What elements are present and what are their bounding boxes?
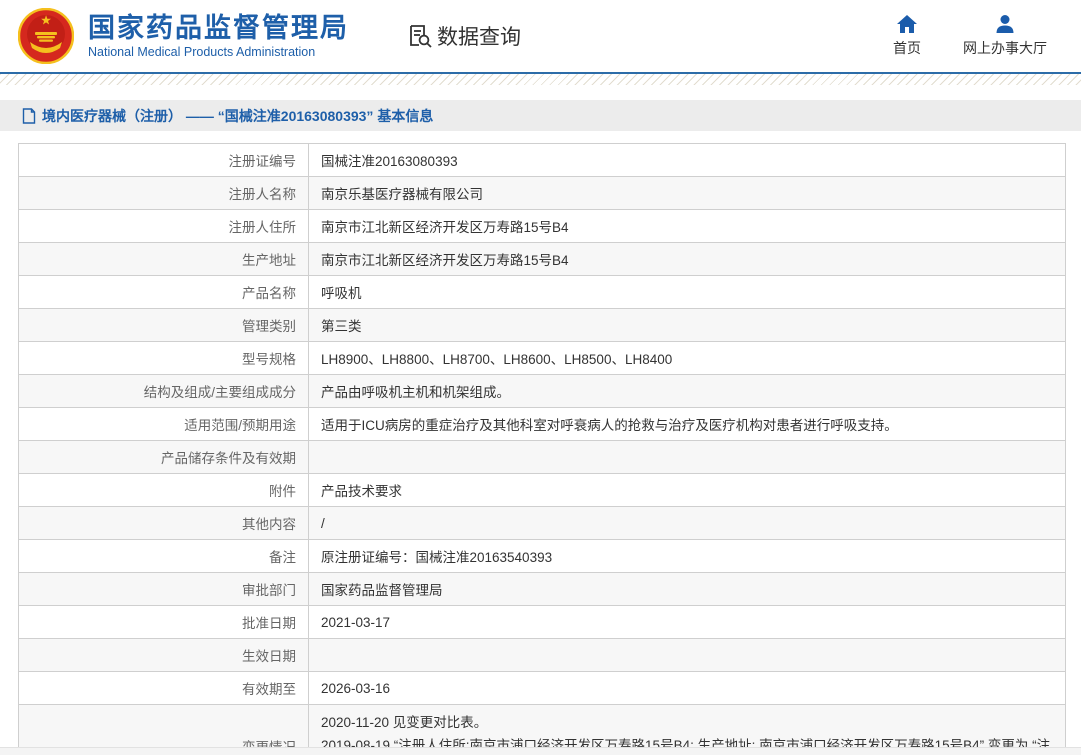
row-label: 管理类别 bbox=[19, 309, 309, 342]
info-table-body: 注册证编号国械注准20163080393注册人名称南京乐基医疗器械有限公司注册人… bbox=[19, 144, 1066, 755]
table-row: 注册人名称南京乐基医疗器械有限公司 bbox=[19, 177, 1066, 210]
row-label-text: 备注 bbox=[269, 550, 296, 565]
home-icon bbox=[896, 14, 918, 34]
table-row: 备注原注册证编号：国械注准20163540393 bbox=[19, 540, 1066, 573]
row-value: 南京市江北新区经济开发区万寿路15号B4 bbox=[309, 210, 1066, 243]
nav-service-hall[interactable]: 网上办事大厅 bbox=[963, 14, 1047, 58]
brand-block: 国家药品监督管理局 National Medical Products Admi… bbox=[88, 13, 349, 59]
row-value: 2021-03-17 bbox=[309, 606, 1066, 639]
row-label: 产品储存条件及有效期 bbox=[19, 441, 309, 474]
header-nav: 首页 网上办事大厅 bbox=[893, 14, 1047, 58]
nav-service-hall-label: 网上办事大厅 bbox=[963, 38, 1047, 58]
row-label-text: 其他内容 bbox=[242, 517, 296, 532]
table-row: 结构及组成/主要组成成分产品由呼吸机主机和机架组成。 bbox=[19, 375, 1066, 408]
row-value: 国家药品监督管理局 bbox=[309, 573, 1066, 606]
row-label-text: 注册证编号 bbox=[229, 154, 297, 169]
nav-home[interactable]: 首页 bbox=[893, 14, 921, 58]
row-value: 南京乐基医疗器械有限公司 bbox=[309, 177, 1066, 210]
row-label-text: 产品储存条件及有效期 bbox=[161, 451, 296, 466]
row-value: / bbox=[309, 507, 1066, 540]
row-value: 原注册证编号：国械注准20163540393 bbox=[309, 540, 1066, 573]
row-label: 结构及组成/主要组成成分 bbox=[19, 375, 309, 408]
site-header: 国家药品监督管理局 National Medical Products Admi… bbox=[0, 0, 1081, 72]
hatch-strip bbox=[0, 74, 1081, 85]
breadcrumb: 境内医疗器械（注册） —— “国械注准20163080393” 基本信息 bbox=[0, 100, 1081, 131]
document-icon bbox=[22, 108, 36, 124]
data-query-tab[interactable]: 数据查询 bbox=[407, 21, 521, 51]
row-label: 产品名称 bbox=[19, 276, 309, 309]
row-value: 产品技术要求 bbox=[309, 474, 1066, 507]
user-icon bbox=[994, 14, 1016, 34]
table-row: 型号规格 LH8900、LH8800、LH8700、LH8600、LH8500、L… bbox=[19, 342, 1066, 375]
national-emblem-logo bbox=[18, 8, 74, 64]
row-label-text: 生产地址 bbox=[242, 253, 296, 268]
row-label-text: 附件 bbox=[269, 484, 296, 499]
row-label-text: 批准日期 bbox=[242, 616, 296, 631]
row-label-text: 审批部门 bbox=[242, 583, 296, 598]
table-row: 产品名称呼吸机 bbox=[19, 276, 1066, 309]
table-row: 有效期至 2026-03-16 bbox=[19, 672, 1066, 705]
nav-home-label: 首页 bbox=[893, 38, 921, 58]
row-value: LH8900、LH8800、LH8700、LH8600、LH8500、LH840… bbox=[309, 342, 1066, 375]
row-label-text: 注册人住所 bbox=[229, 220, 297, 235]
table-row: 批准日期 2021-03-17 bbox=[19, 606, 1066, 639]
row-value: 呼吸机 bbox=[309, 276, 1066, 309]
row-label: 注册证编号 bbox=[19, 144, 309, 177]
row-label: 附件 bbox=[19, 474, 309, 507]
table-row: 审批部门国家药品监督管理局 bbox=[19, 573, 1066, 606]
row-value bbox=[309, 639, 1066, 672]
row-label-text: 结构及组成/主要组成成分 bbox=[144, 385, 296, 400]
row-value: 第三类 bbox=[309, 309, 1066, 342]
row-label: 其他内容 bbox=[19, 507, 309, 540]
row-value: 2026-03-16 bbox=[309, 672, 1066, 705]
row-value-line: 2020-11-20 见变更对比表。 bbox=[321, 711, 1059, 734]
row-value: 产品由呼吸机主机和机架组成。 bbox=[309, 375, 1066, 408]
table-row: 生效日期 bbox=[19, 639, 1066, 672]
row-label: 型号规格 bbox=[19, 342, 309, 375]
row-label: 注册人名称 bbox=[19, 177, 309, 210]
row-label-text: 注册人名称 bbox=[229, 187, 297, 202]
table-row: 其他内容 / bbox=[19, 507, 1066, 540]
table-row: 适用范围/预期用途适用于ICU病房的重症治疗及其他科室对呼衰病人的抢救与治疗及医… bbox=[19, 408, 1066, 441]
row-value: 南京市江北新区经济开发区万寿路15号B4 bbox=[309, 243, 1066, 276]
row-label-text: 管理类别 bbox=[242, 319, 296, 334]
row-label: 适用范围/预期用途 bbox=[19, 408, 309, 441]
row-label: 生产地址 bbox=[19, 243, 309, 276]
row-label: 批准日期 bbox=[19, 606, 309, 639]
table-row: 附件产品技术要求 bbox=[19, 474, 1066, 507]
brand-subtitle: National Medical Products Administration bbox=[88, 45, 349, 59]
table-row: 生产地址南京市江北新区经济开发区万寿路15号B4 bbox=[19, 243, 1066, 276]
row-label: 有效期至 bbox=[19, 672, 309, 705]
row-label-text: 有效期至 bbox=[242, 682, 296, 697]
row-value: 国械注准20163080393 bbox=[309, 144, 1066, 177]
row-label-text: 产品名称 bbox=[242, 286, 296, 301]
row-label: 备注 bbox=[19, 540, 309, 573]
registration-info-table: 注册证编号国械注准20163080393注册人名称南京乐基医疗器械有限公司注册人… bbox=[18, 143, 1066, 755]
row-label-text: 生效日期 bbox=[242, 649, 296, 664]
footer-strip bbox=[0, 747, 1081, 755]
row-label-text: 型号规格 bbox=[242, 352, 296, 367]
data-query-label: 数据查询 bbox=[437, 21, 521, 51]
row-label-text: 适用范围/预期用途 bbox=[184, 418, 296, 433]
table-row: 注册证编号国械注准20163080393 bbox=[19, 144, 1066, 177]
document-search-icon bbox=[407, 23, 433, 49]
row-value bbox=[309, 441, 1066, 474]
page-title: 境内医疗器械（注册） —— “国械注准20163080393” 基本信息 bbox=[42, 106, 433, 126]
row-label: 注册人住所 bbox=[19, 210, 309, 243]
row-label: 生效日期 bbox=[19, 639, 309, 672]
row-value: 适用于ICU病房的重症治疗及其他科室对呼衰病人的抢救与治疗及医疗机构对患者进行呼… bbox=[309, 408, 1066, 441]
table-row: 注册人住所南京市江北新区经济开发区万寿路15号B4 bbox=[19, 210, 1066, 243]
brand-title: 国家药品监督管理局 bbox=[88, 13, 349, 43]
table-row: 产品储存条件及有效期 bbox=[19, 441, 1066, 474]
table-row: 管理类别第三类 bbox=[19, 309, 1066, 342]
row-label: 审批部门 bbox=[19, 573, 309, 606]
